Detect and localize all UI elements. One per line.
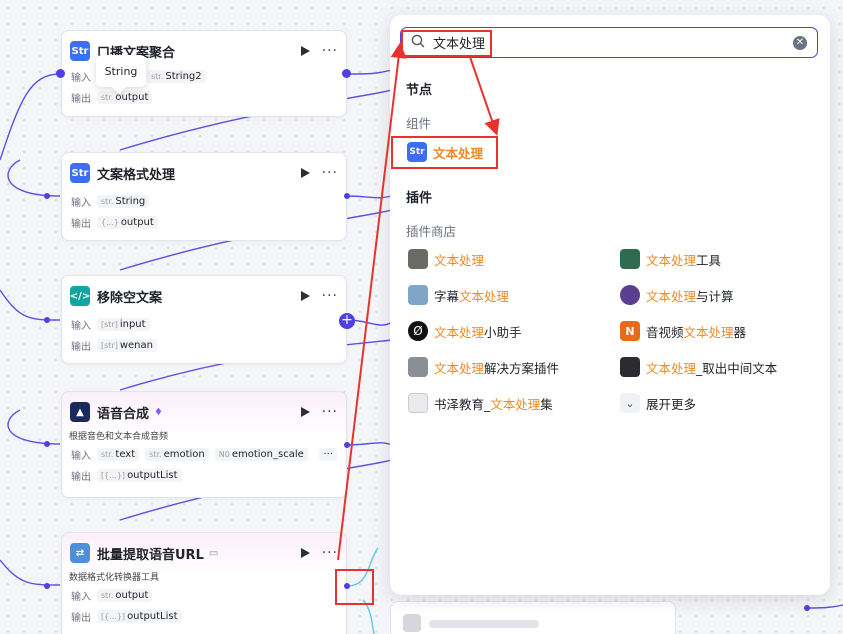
- converter-icon: ⇄: [70, 543, 90, 563]
- param-tag: str. text: [97, 448, 140, 461]
- output-label: 输出: [71, 613, 91, 624]
- param-tag: str. String: [97, 195, 150, 208]
- premium-icon: ♦: [154, 406, 163, 418]
- text-tool-icon: Str: [70, 163, 90, 183]
- run-button[interactable]: [300, 548, 310, 558]
- node-description: 根据音色和文本合成音频: [69, 431, 169, 442]
- param-tag: [str] input: [97, 318, 150, 331]
- text-tool-icon: Str: [70, 41, 90, 61]
- output-port[interactable]: [804, 605, 810, 611]
- more-button[interactable]: ···: [322, 165, 338, 181]
- media-app-icon: N: [620, 321, 640, 341]
- plugin-item[interactable]: Ø 文本处理小助手: [408, 321, 522, 341]
- more-button[interactable]: ···: [322, 404, 338, 420]
- param-tag: str. String2: [147, 70, 206, 83]
- voice-synthesis-icon: ▲: [70, 402, 90, 422]
- output-label: 输出: [71, 342, 91, 353]
- input-label: 输入: [71, 451, 91, 462]
- section-plugins: 插件: [406, 191, 433, 206]
- input-port[interactable]: [56, 69, 65, 78]
- run-button[interactable]: [300, 46, 310, 56]
- param-tag: str. output: [97, 589, 153, 602]
- section-components: 组件: [406, 116, 432, 131]
- extract-app-icon: [620, 357, 640, 377]
- more-button[interactable]: ···: [322, 545, 338, 561]
- plugin-item[interactable]: 文本处理工具: [620, 249, 721, 269]
- solution-app-icon: [408, 357, 428, 377]
- more-params-button[interactable]: ···: [319, 448, 337, 461]
- more-button[interactable]: ···: [322, 288, 338, 304]
- node-3[interactable]: ▲ 语音合成 ♦ ··· 根据音色和文本合成音频 输入 str. text str…: [61, 391, 347, 498]
- node-title: 文案格式处理: [97, 167, 176, 183]
- output-port[interactable]: [344, 193, 350, 199]
- param-tag: {...} output: [97, 216, 158, 229]
- input-port[interactable]: [44, 441, 50, 447]
- annotation-box: [335, 569, 374, 605]
- expand-more-button[interactable]: ⌄ 展开更多: [620, 393, 696, 413]
- assistant-app-icon: Ø: [408, 321, 428, 341]
- education-app-icon: [408, 393, 428, 413]
- node-title: 批量提取语音URL: [97, 547, 204, 563]
- run-button[interactable]: [300, 168, 310, 178]
- node-1[interactable]: Str 文案格式处理 ··· 输入 str. String 输出 {...} outpu…: [61, 152, 347, 241]
- plugin-item[interactable]: 文本处理_取出中间文本: [620, 357, 777, 377]
- param-tag: str. output: [97, 91, 153, 104]
- plugin-item[interactable]: 文本处理与计算: [620, 285, 734, 305]
- node-description: 数据格式化转换器工具: [69, 572, 160, 583]
- input-port[interactable]: [44, 583, 50, 589]
- type-tooltip: String: [96, 55, 146, 87]
- run-button[interactable]: [300, 291, 310, 301]
- output-port[interactable]: [344, 442, 350, 448]
- annotation-box: [391, 136, 498, 169]
- node-search-panel: 文本处理 ✕ 节点 组件 Str 文本处理 插件 插件商店 文本处理 文本处理工…: [390, 15, 830, 595]
- calculator-app-icon: [620, 285, 640, 305]
- input-port[interactable]: [44, 317, 50, 323]
- more-button[interactable]: ···: [322, 43, 338, 59]
- param-tag: [{...}] outputList: [97, 610, 182, 623]
- input-label: 输入: [71, 73, 91, 84]
- param-tag: [{...}] outputList: [97, 469, 182, 482]
- code-icon: </>: [70, 286, 90, 306]
- output-label: 输出: [71, 94, 91, 105]
- plugin-item[interactable]: 文本处理解决方案插件: [408, 357, 559, 377]
- badge-icon: ▭: [208, 547, 219, 559]
- node-card-partial: [390, 601, 676, 634]
- input-label: 输入: [71, 592, 91, 603]
- run-button[interactable]: [300, 407, 310, 417]
- plugin-item[interactable]: 字幕文本处理: [408, 285, 509, 305]
- section-plugin-store: 插件商店: [406, 224, 457, 239]
- node-4[interactable]: ⇄ 批量提取语音URL ▭ ··· 数据格式化转换器工具 输入 str. outpu…: [61, 532, 347, 634]
- param-tag: str. emotion: [145, 448, 209, 461]
- annotation-box: [401, 30, 492, 57]
- node-2[interactable]: </> 移除空文案 ··· 输入 [str] input 输出 [str] wenan: [61, 275, 347, 364]
- clear-icon[interactable]: ✕: [793, 35, 807, 50]
- add-node-button[interactable]: +: [339, 313, 355, 329]
- output-port[interactable]: [342, 69, 351, 78]
- param-tag: [str] wenan: [97, 339, 157, 352]
- app-thumbnail-icon: [620, 249, 640, 269]
- input-label: 输入: [71, 198, 91, 209]
- chevron-down-icon: ⌄: [620, 393, 640, 413]
- laptop-app-icon: [408, 249, 428, 269]
- node-title: 移除空文案: [97, 290, 163, 306]
- plugin-item[interactable]: 文本处理: [408, 249, 484, 269]
- avatar-app-icon: [408, 285, 428, 305]
- plugin-item[interactable]: N 音视频文本处理器: [620, 321, 746, 341]
- output-label: 输出: [71, 472, 91, 483]
- plugin-item[interactable]: 书泽教育_文本处理集: [408, 393, 553, 413]
- input-label: 输入: [71, 321, 91, 332]
- section-nodes: 节点: [406, 83, 433, 98]
- output-label: 输出: [71, 219, 91, 230]
- input-port[interactable]: [44, 193, 50, 199]
- node-title: 语音合成: [97, 406, 150, 422]
- param-tag: N0 emotion_scale: [214, 448, 308, 461]
